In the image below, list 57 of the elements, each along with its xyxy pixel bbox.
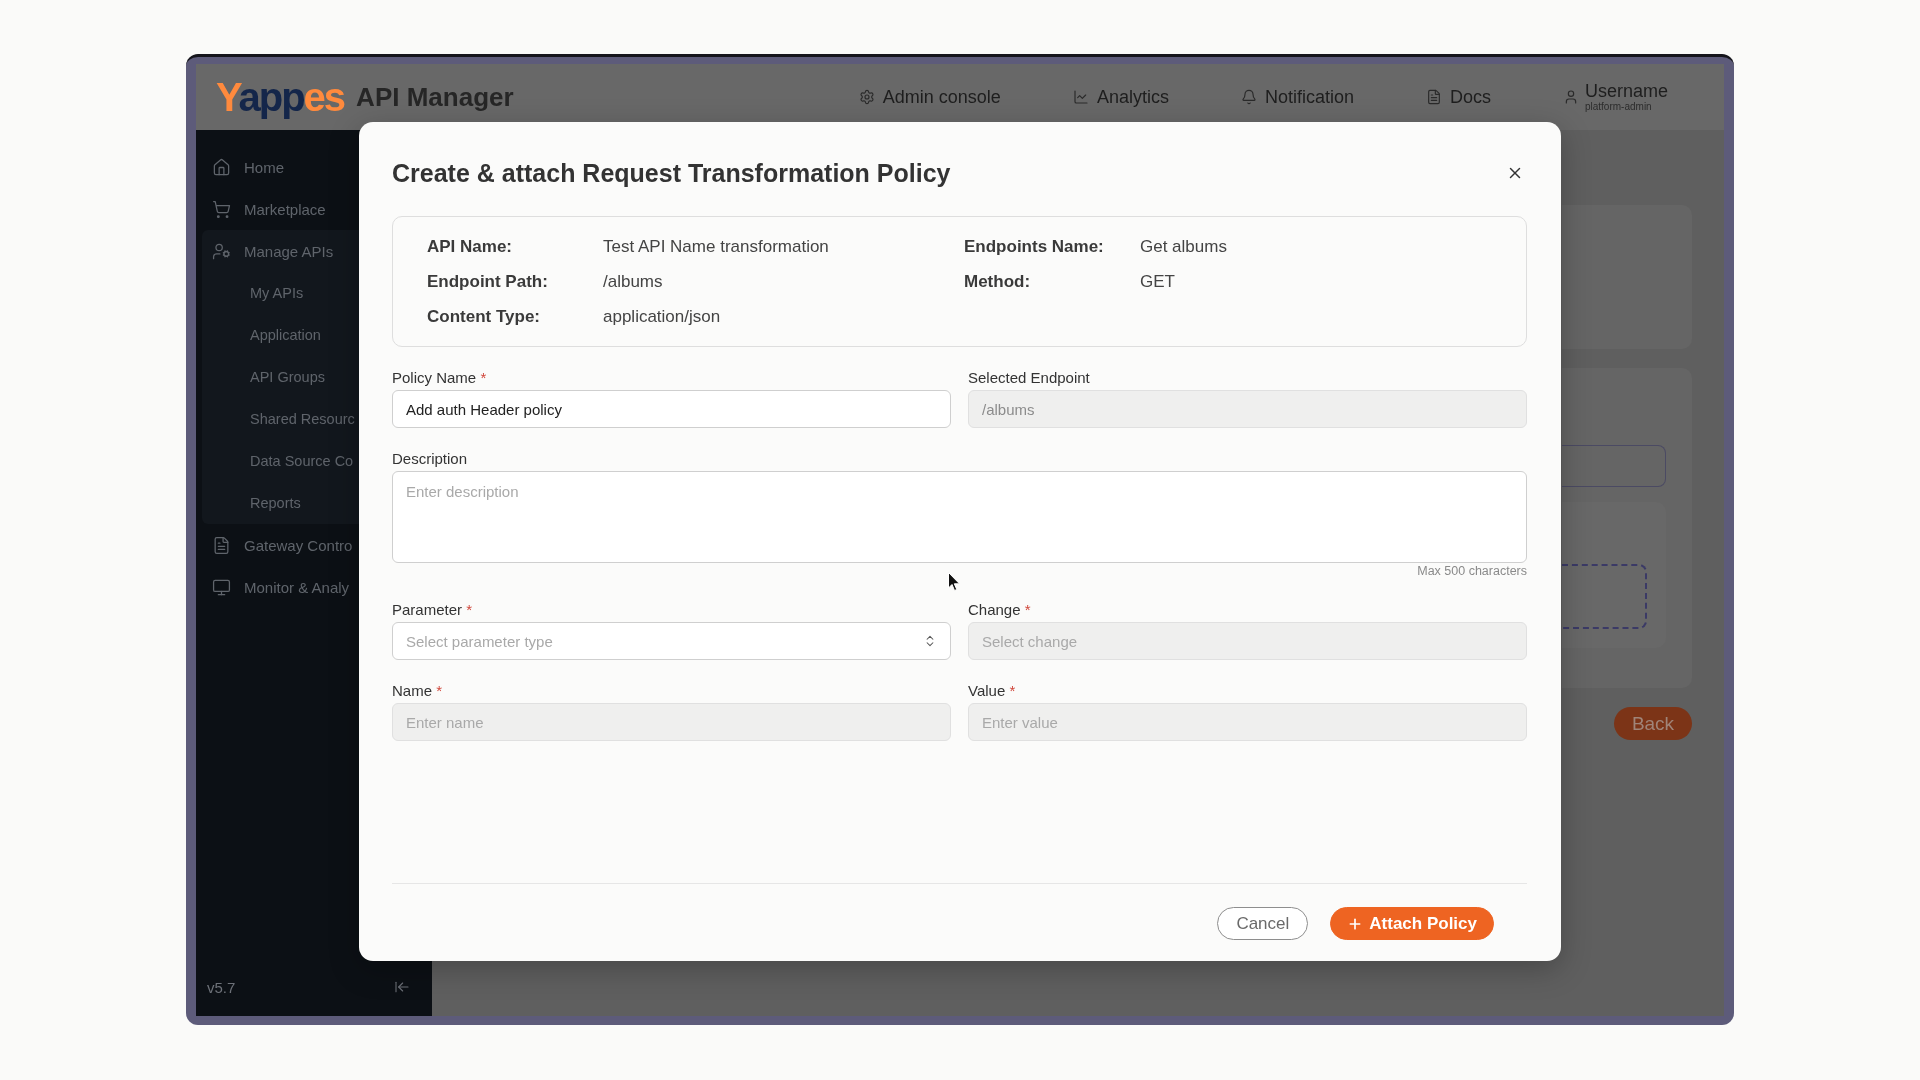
cart-icon xyxy=(212,199,231,219)
sidebar-subitem[interactable]: My APIs xyxy=(250,272,304,314)
cancel-button[interactable]: Cancel xyxy=(1217,907,1309,940)
detail-value: application/json xyxy=(603,306,721,327)
app-name: API Manager xyxy=(356,81,514,113)
header-nav-link[interactable]: Notification xyxy=(1240,86,1354,108)
collapse-icon[interactable] xyxy=(394,979,410,995)
sidebar-item[interactable]: Home xyxy=(202,146,284,188)
detail-value: /albums xyxy=(603,271,663,292)
cursor-icon xyxy=(948,572,960,591)
line-chart-icon xyxy=(1072,89,1089,105)
field-label: Value * xyxy=(968,681,1016,701)
sidebar-item[interactable]: Gateway Contro xyxy=(202,524,353,566)
input-field[interactable] xyxy=(1562,445,1666,487)
header-nav-link[interactable]: Admin console xyxy=(858,86,1001,108)
back-button[interactable]: Back xyxy=(1614,707,1692,740)
select-field[interactable]: Select parameter type xyxy=(392,622,951,660)
bell-icon xyxy=(1240,89,1257,105)
sidebar-subitem[interactable]: Application xyxy=(250,314,321,356)
user-name[interactable]: Username xyxy=(1584,81,1668,101)
sidebar-item[interactable]: Manage APIs xyxy=(202,230,334,272)
modal-title: Create & attach Request Transformation Policy xyxy=(392,158,951,188)
sidebar-subitem[interactable]: API Groups xyxy=(250,356,325,398)
input-field[interactable]: Add auth Header policy xyxy=(392,390,951,428)
field-label: Name * xyxy=(392,681,443,701)
detail-label: Endpoint Path: xyxy=(427,271,548,292)
detail-value: GET xyxy=(1140,271,1175,292)
user-gear-icon xyxy=(212,241,231,261)
monitor-icon xyxy=(212,577,231,597)
text-area[interactable]: Enter description xyxy=(392,471,1527,563)
user-role: platform-admin xyxy=(1584,101,1653,113)
sidebar-item[interactable]: Marketplace xyxy=(202,188,326,230)
detail-label: Method: xyxy=(964,271,1031,292)
field-label: Parameter * xyxy=(392,600,473,620)
gear-icon xyxy=(858,89,875,105)
field-label: Selected Endpoint xyxy=(968,368,1090,388)
sidebar-subitem[interactable]: Shared Resourc xyxy=(250,398,355,440)
detail-label: Content Type: xyxy=(427,306,540,327)
sidebar-subitem[interactable]: Reports xyxy=(250,482,301,524)
detail-value: Test API Name transformation xyxy=(603,236,829,257)
home-icon xyxy=(212,157,231,177)
document-icon xyxy=(1425,89,1442,105)
attach-button[interactable]: Attach Policy xyxy=(1330,907,1494,940)
field-label: Change * xyxy=(968,600,1031,620)
header-nav-link[interactable]: Analytics xyxy=(1072,86,1169,108)
sidebar-item[interactable]: Monitor & Analy xyxy=(202,566,350,608)
field-label: Policy Name * xyxy=(392,368,487,388)
detail-value: Get albums xyxy=(1140,236,1227,257)
document-icon xyxy=(212,535,231,555)
version-label: v5.7 xyxy=(207,978,236,996)
header-nav-link[interactable]: Docs xyxy=(1425,86,1491,108)
brand-logo: Yappes xyxy=(216,75,345,119)
field-label: Description xyxy=(392,449,468,469)
detail-label: API Name: xyxy=(427,236,513,257)
sidebar-subitem[interactable]: Data Source Co xyxy=(250,440,354,482)
character-limit-hint: Max 500 characters xyxy=(1417,563,1527,579)
detail-label: Endpoints Name: xyxy=(964,236,1104,257)
